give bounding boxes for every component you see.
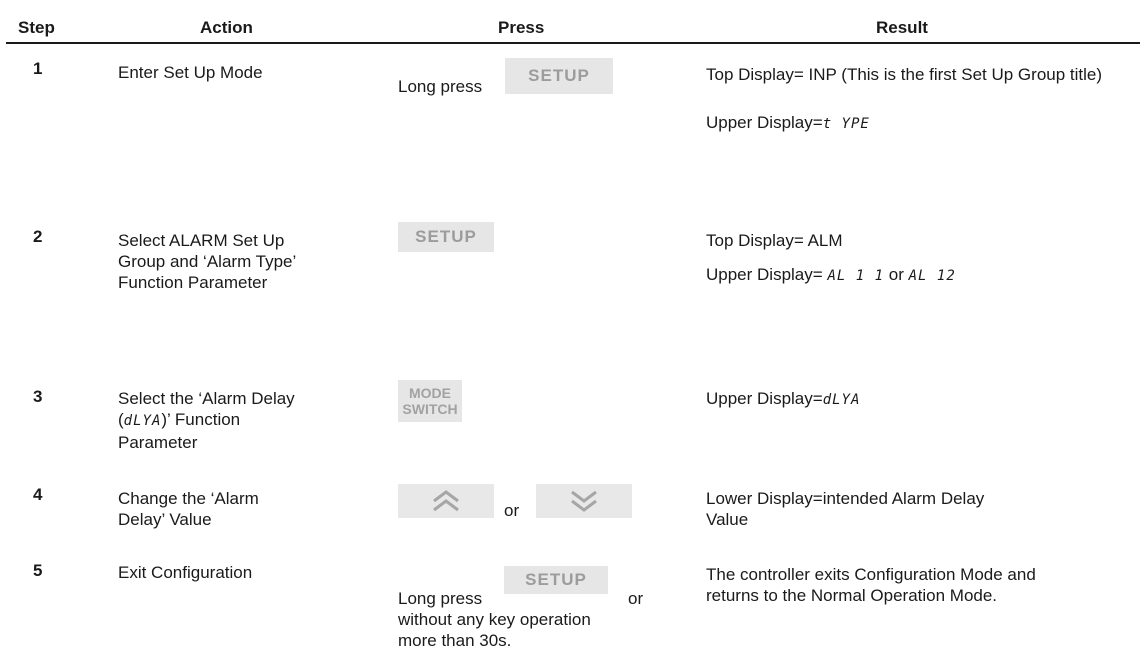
step-number: 2 xyxy=(33,227,43,246)
step-number: 1 xyxy=(33,59,43,78)
header-step: Step xyxy=(18,18,55,37)
mode-switch-key: MODE SWITCH xyxy=(398,380,462,422)
result-line-1: Top Display= ALM xyxy=(706,231,843,250)
segment-display-text: AL 1 1 xyxy=(827,268,885,284)
action-text: Select ALARM Set Up Group and ‘Alarm Typ… xyxy=(118,231,296,292)
double-chevron-up-icon xyxy=(398,484,494,518)
result-prefix: Upper Display= xyxy=(706,113,823,132)
press-prefix: Long press xyxy=(398,589,483,608)
action-text: Change the ‘Alarm Delay’ Value xyxy=(118,489,259,529)
action-text: Exit Configuration xyxy=(118,563,253,582)
or-text: or xyxy=(628,589,644,608)
mode-key-line-2: SWITCH xyxy=(402,401,458,417)
header-result: Result xyxy=(876,18,928,37)
step-number: 5 xyxy=(33,561,43,580)
result-prefix: Upper Display= xyxy=(706,389,823,408)
setup-key: SETUP xyxy=(398,222,494,252)
result-line-2: Upper Display= AL 1 1 or AL 12 xyxy=(706,264,956,287)
header-rule xyxy=(6,42,1140,44)
step-number: 3 xyxy=(33,387,43,406)
result-line-2: Upper Display=t YPE xyxy=(706,112,870,135)
segment-display-text: dLYA xyxy=(123,413,162,429)
double-chevron-down-icon xyxy=(536,484,632,518)
press-note: without any key operation more than 30s. xyxy=(398,610,591,650)
segment-display-text: dLYA xyxy=(822,392,861,408)
setup-key: SETUP xyxy=(504,566,608,594)
step-number: 4 xyxy=(33,485,43,504)
result-text: Lower Display=intended Alarm Delay Value xyxy=(706,489,985,529)
segment-display-text: AL 12 xyxy=(908,268,956,284)
result-prefix: Upper Display= xyxy=(706,265,823,284)
action-text: Enter Set Up Mode xyxy=(118,63,263,82)
header-action: Action xyxy=(200,18,253,37)
or-text: or xyxy=(888,265,904,284)
result-text: Upper Display=dLYA xyxy=(706,388,860,411)
mode-key-line-1: MODE xyxy=(409,385,451,401)
or-text: or xyxy=(504,501,520,520)
action-text: Select the ‘Alarm Delay (dLYA)’ Function… xyxy=(118,388,308,453)
press-prefix: Long press xyxy=(398,77,483,96)
header-press: Press xyxy=(498,18,545,37)
segment-display-text: t YPE xyxy=(822,116,870,132)
result-line-1: Top Display= INP (This is the first Set … xyxy=(706,65,1103,84)
result-text: The controller exits Configuration Mode … xyxy=(706,565,1036,605)
setup-key: SETUP xyxy=(505,58,613,94)
